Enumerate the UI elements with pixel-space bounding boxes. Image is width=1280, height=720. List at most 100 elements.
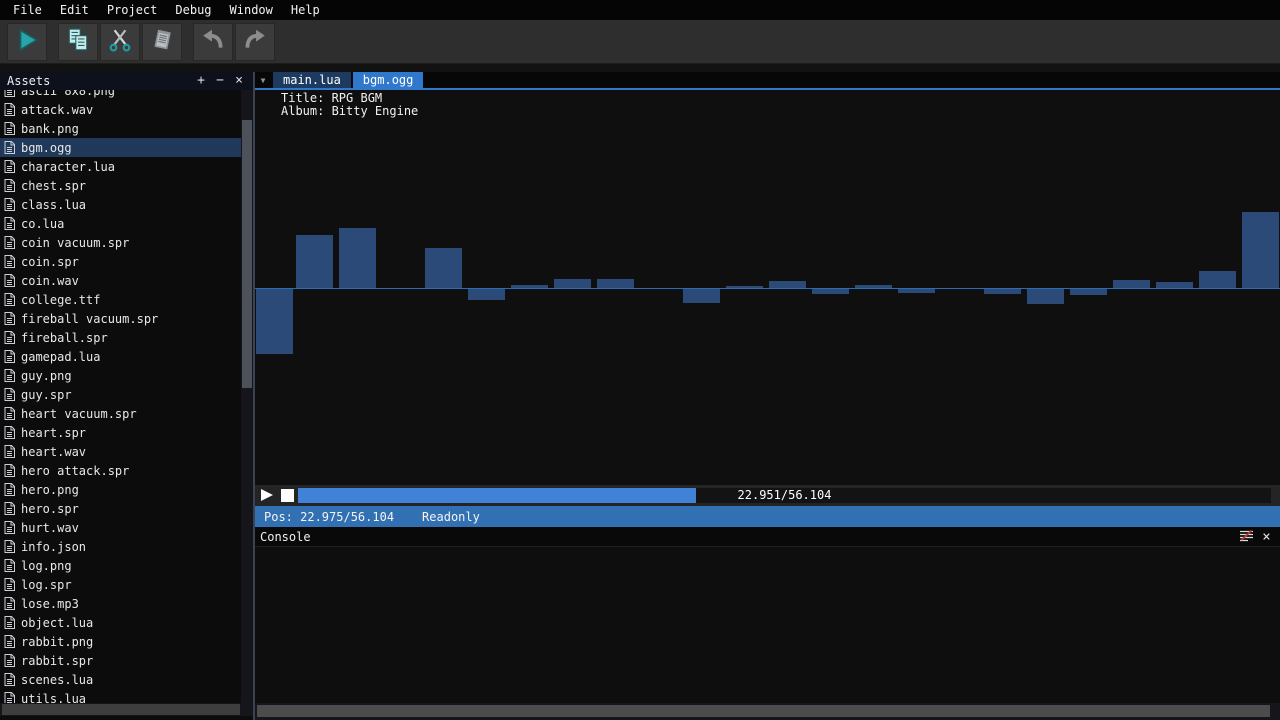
file-icon [4,578,15,591]
assets-horizontal-scrollbar-thumb[interactable] [2,704,240,715]
stop-button[interactable] [281,489,294,502]
list-item[interactable]: heart.spr [0,423,241,442]
list-item[interactable]: coin.wav [0,271,241,290]
file-icon [4,597,15,610]
assets-add-button[interactable]: + [194,72,208,90]
file-name: hurt.wav [21,521,79,535]
menu-item-help[interactable]: Help [282,0,329,20]
list-item[interactable]: rabbit.png [0,632,241,651]
list-item[interactable]: ascii 8x8.png [0,90,241,100]
file-icon [4,369,15,382]
menu-item-window[interactable]: Window [221,0,282,20]
waveform-bar [812,289,849,294]
file-name: attack.wav [21,103,93,117]
list-item[interactable]: college.ttf [0,290,241,309]
run-button[interactable] [7,23,47,61]
menu-item-debug[interactable]: Debug [166,0,220,20]
assets-horizontal-scrollbar[interactable] [0,703,253,716]
waveform-bar [597,279,634,288]
tab-list-dropdown[interactable]: ▼ [255,72,271,88]
editor-horizontal-scrollbar-thumb[interactable] [257,705,1270,717]
list-item[interactable]: hero.png [0,480,241,499]
file-icon [4,464,15,477]
console-header: Console × [255,527,1280,546]
file-name: utils.lua [21,692,86,704]
paste-icon [149,27,175,56]
assets-collapse-button[interactable]: − [213,72,227,90]
seek-bar[interactable]: 22.951/56.104 [298,488,1271,503]
console-close-button[interactable]: × [1258,529,1275,545]
audio-meta-album: Album: Bitty Engine [281,105,418,118]
tab-bar: ▼ main.luabgm.ogg [255,72,1280,88]
copy-button[interactable] [58,23,98,61]
list-item[interactable]: guy.spr [0,385,241,404]
assets-vertical-scrollbar[interactable] [241,90,253,703]
list-item[interactable]: log.png [0,556,241,575]
list-item[interactable]: co.lua [0,214,241,233]
list-item[interactable]: heart vacuum.spr [0,404,241,423]
list-item[interactable]: chest.spr [0,176,241,195]
list-item[interactable]: hero.spr [0,499,241,518]
file-name: log.spr [21,578,72,592]
list-item[interactable]: guy.png [0,366,241,385]
console-clear-button[interactable] [1238,529,1255,545]
menu-item-file[interactable]: File [4,0,51,20]
list-item[interactable]: utils.lua [0,689,241,703]
waveform-bar [425,248,462,288]
list-item[interactable]: scenes.lua [0,670,241,689]
editor-horizontal-scrollbar[interactable] [255,703,1280,720]
file-name: co.lua [21,217,64,231]
list-item[interactable]: gamepad.lua [0,347,241,366]
list-item[interactable]: lose.mp3 [0,594,241,613]
file-name: hero.png [21,483,79,497]
list-item[interactable]: class.lua [0,195,241,214]
waveform-bar [339,228,376,288]
undo-button[interactable] [193,23,233,61]
file-name: guy.png [21,369,72,383]
file-icon [4,255,15,268]
file-icon [4,540,15,553]
cut-button[interactable] [100,23,140,61]
list-item[interactable]: bgm.ogg [0,138,241,157]
playback-time-label: 22.951/56.104 [298,488,1271,503]
file-icon [4,236,15,249]
redo-button[interactable] [235,23,275,61]
list-item[interactable]: object.lua [0,613,241,632]
file-name: rabbit.spr [21,654,93,668]
list-item[interactable]: hurt.wav [0,518,241,537]
waveform-bar [1156,282,1193,288]
list-item[interactable]: bank.png [0,119,241,138]
list-item[interactable]: heart.wav [0,442,241,461]
file-icon [4,445,15,458]
panel-gap [0,64,1280,72]
list-item[interactable]: rabbit.spr [0,651,241,670]
list-item[interactable]: fireball.spr [0,328,241,347]
play-button[interactable] [261,489,273,501]
list-item[interactable]: log.spr [0,575,241,594]
list-item[interactable]: info.json [0,537,241,556]
list-item[interactable]: hero attack.spr [0,461,241,480]
list-item[interactable]: fireball vacuum.spr [0,309,241,328]
file-icon [4,198,15,211]
file-name: lose.mp3 [21,597,79,611]
assets-close-button[interactable]: × [232,72,246,90]
waveform-bar [468,289,505,300]
assets-vertical-scrollbar-thumb[interactable] [242,120,252,388]
tab-main-lua[interactable]: main.lua [273,72,351,88]
list-item[interactable]: attack.wav [0,100,241,119]
file-name: class.lua [21,198,86,212]
waveform-bar [984,289,1021,294]
console-output[interactable] [255,546,1280,703]
list-item[interactable]: coin vacuum.spr [0,233,241,252]
file-icon [4,635,15,648]
tab-bgm-ogg[interactable]: bgm.ogg [353,72,424,88]
list-item[interactable]: character.lua [0,157,241,176]
paste-button[interactable] [142,23,182,61]
menu-item-project[interactable]: Project [98,0,167,20]
assets-file-list: ascii 8x8.pngattack.wavbank.pngbgm.oggch… [0,90,241,703]
redo-icon [242,27,268,56]
file-icon [4,559,15,572]
menu-item-edit[interactable]: Edit [51,0,98,20]
list-item[interactable]: coin.spr [0,252,241,271]
file-name: fireball.spr [21,331,108,345]
